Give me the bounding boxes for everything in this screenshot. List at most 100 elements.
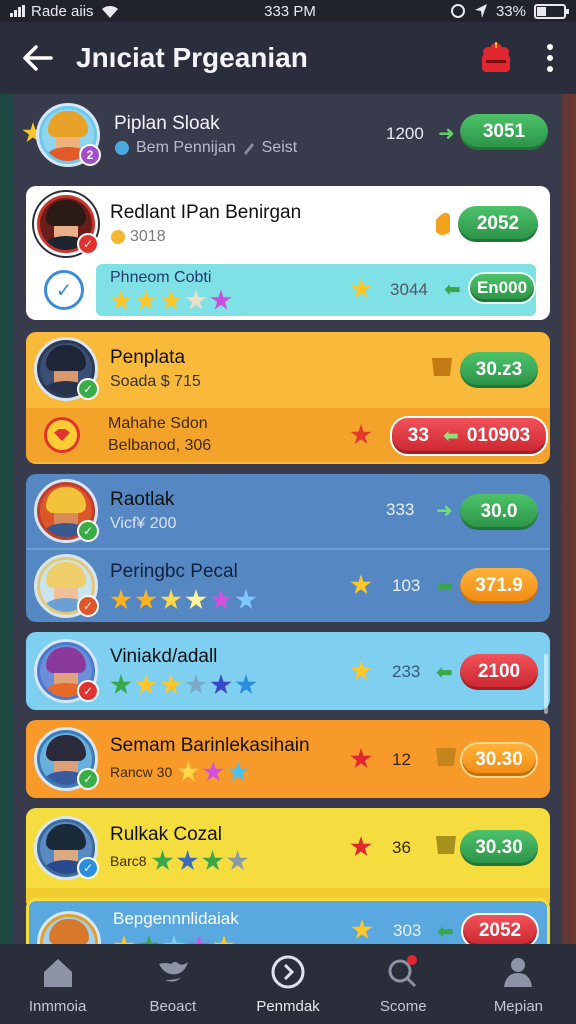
battery-icon: [534, 3, 569, 19]
nav-item-home[interactable]: Inmmoia: [0, 944, 115, 1024]
profile-icon: [504, 957, 533, 987]
player-card[interactable]: ✓ Penplata Soada $ 715 30.z3 Mahahe Sdon…: [26, 332, 550, 464]
arrow-left-icon: ⬅: [442, 425, 459, 447]
score-value: 010903: [466, 425, 531, 446]
score-pill[interactable]: En000: [468, 272, 536, 304]
rank-badge-icon: ✓: [77, 233, 99, 255]
score-pill[interactable]: 30.z3: [460, 352, 538, 388]
player-card[interactable]: Bepgennnlidaiak 303 ⬅ 2052: [26, 898, 550, 944]
player-name: Mahahe Sdon: [108, 415, 208, 432]
score-pill[interactable]: 3051: [460, 114, 548, 150]
scrollbar[interactable]: [544, 654, 548, 714]
arrow-left-icon: ⬅: [444, 279, 461, 301]
star-icon: [210, 289, 232, 310]
rank-badge-icon: ✓: [77, 595, 99, 617]
player-name: Rulkak Cozal: [110, 824, 222, 845]
coin-icon: [111, 230, 125, 244]
player-score: 1200: [386, 124, 424, 143]
page-title: Jnıciat Prgeanian: [76, 42, 308, 73]
star-icon: [152, 850, 174, 871]
rank-badge-icon: ✓: [77, 768, 99, 790]
player-subtitle: Rancw 30: [110, 764, 173, 780]
arrow-right-icon: ➜: [436, 500, 453, 522]
star-icon: [138, 935, 160, 944]
back-button[interactable]: [16, 36, 60, 80]
player-name: Peringbc Pecal: [110, 561, 238, 582]
score-pill[interactable]: 33 ⬅ 010903: [390, 416, 548, 456]
star-icon: [210, 589, 232, 610]
player-score: 333: [386, 500, 415, 519]
player-score: 36: [392, 838, 411, 857]
star-rating: [110, 589, 257, 611]
score-pill[interactable]: 2052: [458, 206, 538, 242]
star-icon: [202, 850, 224, 871]
player-score: 33: [407, 425, 429, 446]
nav-label: Penmdak: [256, 997, 320, 1015]
verified-icon: ✓: [44, 270, 84, 310]
player-card[interactable]: ✓ Redlant IPan Benirgan 3018 2052 ✓ Phne…: [26, 186, 550, 320]
score-pill[interactable]: 2100: [460, 654, 538, 690]
star-icon: [177, 850, 199, 871]
player-subtitle: Vicf¥ 200: [110, 515, 177, 532]
avatar: ✓: [34, 816, 99, 880]
score-pill[interactable]: 2052: [461, 913, 539, 944]
signal-icon: [10, 5, 25, 17]
nav-item-play[interactable]: Penmdak: [230, 944, 345, 1024]
avatar: ✓: [34, 639, 99, 703]
player-card[interactable]: ✓ Viniakd/adall 233 ⬅ 2100: [26, 632, 550, 710]
player-name: Piplan Sloak: [114, 113, 220, 134]
star-icon: [235, 589, 257, 610]
nav-item-social[interactable]: Beoact: [115, 944, 230, 1024]
star-icon: [227, 850, 249, 871]
nav-label: Beoact: [149, 997, 197, 1015]
player-name: Phneom Cobti: [110, 268, 212, 286]
player-subtitle: Barc8: [110, 853, 147, 869]
star-icon: [135, 289, 157, 310]
star-icon: [113, 935, 135, 944]
star-icon: [135, 674, 157, 695]
player-subtitle: Belbanod, 306: [108, 437, 212, 454]
star-icon: [160, 289, 182, 310]
player-score: 3044: [390, 280, 428, 299]
star-icon: [351, 919, 373, 940]
more-options-button[interactable]: [540, 36, 560, 80]
score-pill[interactable]: 30.30: [460, 742, 538, 778]
nav-item-profile[interactable]: Mepian: [461, 944, 576, 1024]
star-rating: [110, 674, 257, 696]
star-icon: [350, 660, 372, 681]
trophy-icon: [436, 748, 456, 766]
trophy-icon: [432, 358, 452, 376]
arrow-left-icon: [23, 45, 53, 71]
star-icon: [213, 935, 235, 944]
nav-item-search[interactable]: Scome: [346, 944, 461, 1024]
arrow-left-icon: ⬅: [436, 662, 453, 684]
star-icon: [350, 748, 372, 769]
star-icon: [185, 589, 207, 610]
player-card[interactable]: ✓ Rulkak Cozal Barc8 36 30.30: [26, 808, 550, 910]
app-bar: Jnıciat Prgeanian: [0, 22, 576, 94]
star-icon: [185, 289, 207, 310]
player-subtitle: Soada $ 715: [110, 373, 201, 390]
score-pill[interactable]: 30.0: [460, 494, 538, 530]
leaderboard[interactable]: 2 Piplan Sloak Bem Pennijan Seist 1200 ➜…: [14, 94, 562, 944]
star-icon: [202, 761, 224, 782]
star-icon: [350, 424, 372, 445]
star-icon: [235, 674, 257, 695]
top-player-row[interactable]: 2 Piplan Sloak Bem Pennijan Seist 1200 ➜…: [14, 94, 562, 176]
rank-badge-icon: ✓: [77, 378, 99, 400]
star-rating: Rancw 30: [110, 761, 310, 783]
player-card[interactable]: ✓ Semam Barinlekasihain Rancw 30 12 30.3…: [26, 720, 550, 798]
alarm-icon: [450, 4, 465, 18]
player-name: Semam Barinlekasihain: [110, 735, 310, 756]
score-pill[interactable]: 371.9: [460, 568, 538, 604]
star-rating: [110, 289, 232, 312]
star-icon: [227, 761, 249, 782]
trophy-icon: [436, 836, 456, 854]
score-pill[interactable]: 30.30: [460, 830, 538, 866]
player-card[interactable]: ✓ Raotlak Vicf¥ 200 333 ➜ 30.0 ✓ Peringb…: [26, 474, 550, 622]
avatar: ✓: [34, 727, 99, 791]
bottom-navigation: Inmmoia Beoact Penmdak Scome Mepian: [0, 944, 576, 1024]
avatar: ✓: [34, 192, 99, 256]
star-icon: [185, 674, 207, 695]
rewards-button[interactable]: [474, 36, 518, 80]
